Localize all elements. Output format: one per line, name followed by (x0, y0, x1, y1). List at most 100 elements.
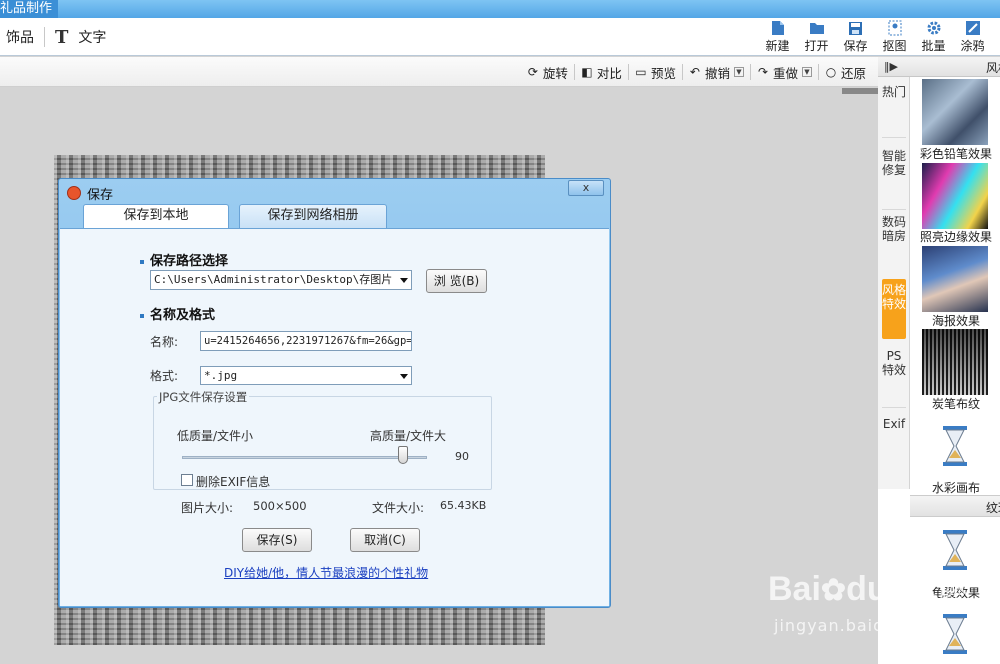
save-path-select[interactable]: C:\Users\Administrator\Desktop\存图片 (150, 270, 412, 290)
toolbar-left: 饰品 T 文字 (0, 18, 112, 56)
chevron-down-icon (400, 374, 408, 379)
tab-divider (882, 137, 906, 138)
poster-label: 海报效果 (931, 314, 980, 328)
watermark-brand-left: Bai (768, 570, 821, 608)
effects-category-tabs: 热门 智能修复 数码暗房 风格特效 PS特效 Exif (878, 77, 910, 489)
watermark-brand-right: du (846, 570, 888, 608)
watermark-cn: 经验 (908, 582, 968, 617)
high-quality-label: 高质量/文件大 (370, 429, 447, 443)
redo-icon: ↷ (757, 65, 768, 79)
filename-input[interactable]: u=2415264656,2231971267&fm=26&gp=0_ (200, 331, 412, 351)
batch-label: 批量 (921, 39, 946, 53)
charcoal-thumbnail[interactable] (922, 329, 988, 395)
watercolor-label: 水彩画布 (931, 481, 980, 495)
promo-link[interactable]: DIY给她/他，情人节最浪漫的个性礼物 (224, 564, 428, 581)
main-toolbar: 饰品 T 文字 新建 打开 保存 抠图 批量 涂鸦 (0, 18, 1000, 56)
rotate-icon: ⟳ (527, 65, 538, 79)
tab-exif-label: Exif (882, 417, 906, 431)
undo-icon: ↶ (689, 65, 700, 79)
save-toolbar-button[interactable]: 保存 (836, 20, 875, 56)
app-logo-icon (67, 186, 81, 200)
save-toolbar-label: 保存 (843, 39, 868, 53)
texture-section-header: 纹理 (910, 495, 1000, 517)
undo-dropdown-icon[interactable]: ▼ (733, 67, 744, 77)
image-size-value: 500×500 (253, 499, 307, 513)
path-section-title: 保存路径选择 (140, 250, 228, 269)
tab-digital-darkroom[interactable]: 数码暗房 (882, 215, 906, 271)
app-title: 礼品制作 (0, 0, 59, 18)
redo-dropdown-icon[interactable]: ▼ (801, 67, 812, 77)
chevron-down-icon (400, 278, 408, 283)
doodle-label: 涂鸦 (960, 39, 985, 53)
compare-label: 对比 (596, 65, 622, 81)
restore-button[interactable]: ○ 还原 (819, 63, 872, 82)
title-bar: 礼品制作 (0, 0, 1000, 18)
rotate-button[interactable]: ⟳ 旋转 (521, 63, 574, 82)
effects-panel-title: 风格 (986, 61, 1000, 75)
watercolor-loading-icon[interactable] (935, 425, 975, 467)
quality-slider-track[interactable] (182, 456, 427, 459)
folder-icon (809, 20, 825, 36)
undo-label: 撤销 (704, 65, 730, 81)
cancel-button[interactable]: 取消(C) (350, 528, 420, 552)
doodle-button[interactable]: 涂鸦 (953, 20, 992, 56)
save-button[interactable]: 保存(S) (242, 528, 312, 552)
tab-smart-repair[interactable]: 智能修复 (882, 149, 906, 205)
preview-button[interactable]: ▭ 预览 (629, 63, 682, 82)
file-size-label: 文件大小: (372, 501, 425, 515)
undo-button[interactable]: ↶ 撤销 ▼ (683, 63, 750, 82)
cutout-icon (887, 20, 903, 36)
new-button[interactable]: 新建 (758, 20, 797, 56)
glow-edge-thumbnail[interactable] (922, 163, 988, 229)
gear-icon (926, 20, 942, 36)
cutout-label: 抠图 (882, 39, 907, 53)
redo-button[interactable]: ↷ 重做 ▼ (751, 63, 818, 82)
tab-style-effects[interactable]: 风格特效 (882, 279, 906, 339)
jpg-settings-group: JPG文件保存设置 低质量/文件小 高质量/文件大 90 删除EXIF信息 (153, 389, 492, 490)
close-button[interactable]: x (568, 180, 604, 196)
decorations-label: 饰品 (6, 30, 34, 46)
remove-exif-label: 删除EXIF信息 (196, 475, 271, 489)
watermark-url: jingyan.baidu.com (774, 616, 939, 635)
effects-panel-header: ‖▶ 风格 (878, 57, 1000, 77)
text-icon: T (55, 26, 69, 48)
tab-hot-label: 热门 (882, 85, 907, 99)
paw-icon: ✿ (820, 574, 847, 607)
tab-exif[interactable]: Exif (882, 417, 906, 483)
decorations-button[interactable]: 饰品 (0, 27, 40, 47)
compare-button[interactable]: ◧ 对比 (575, 63, 628, 82)
remove-exif-checkbox[interactable] (181, 474, 193, 486)
low-quality-label: 低质量/文件小 (177, 429, 254, 443)
tab-save-local[interactable]: 保存到本地 (83, 204, 229, 229)
tab-save-album[interactable]: 保存到网络相册 (239, 204, 387, 228)
collapse-panel-icon[interactable]: ‖▶ (884, 60, 898, 73)
color-pencil-thumbnail[interactable] (922, 79, 988, 145)
save-dialog: 保存 x 保存到本地 保存到网络相册 保存路径选择 C:\Users\Admin… (58, 178, 611, 608)
save-icon (848, 20, 864, 36)
cutout-button[interactable]: 抠图 (875, 20, 914, 56)
filename-value: u=2415264656,2231971267&fm=26&gp=0_ (204, 335, 412, 347)
restore-icon: ○ (825, 65, 837, 79)
tab-ps-effects-label: PS特效 (882, 349, 907, 377)
open-button[interactable]: 打开 (797, 20, 836, 56)
tab-digital-darkroom-label: 数码暗房 (882, 215, 907, 243)
poster-thumbnail[interactable] (922, 246, 988, 312)
redo-label: 重做 (772, 65, 798, 81)
text-label: 文字 (78, 30, 107, 46)
browse-button[interactable]: 浏 览(B) (426, 269, 487, 293)
text-button[interactable]: T 文字 (49, 27, 112, 48)
name-label: 名称: (150, 335, 179, 349)
dialog-title: 保存 (87, 188, 114, 203)
format-select[interactable]: *.jpg (200, 366, 412, 385)
new-file-icon (770, 20, 786, 36)
workspace-scrollbar[interactable] (842, 88, 878, 94)
open-label: 打开 (804, 39, 829, 53)
tab-hot[interactable]: 热门 (882, 81, 906, 137)
tab-ps-effects[interactable]: PS特效 (882, 349, 906, 401)
quality-slider-thumb[interactable] (397, 446, 408, 464)
toolbar-divider (44, 27, 45, 47)
toolbar-right: 新建 打开 保存 抠图 批量 涂鸦 (758, 20, 992, 56)
batch-button[interactable]: 批量 (914, 20, 953, 56)
tab-divider (882, 407, 906, 408)
quality-value: 90 (455, 450, 469, 463)
